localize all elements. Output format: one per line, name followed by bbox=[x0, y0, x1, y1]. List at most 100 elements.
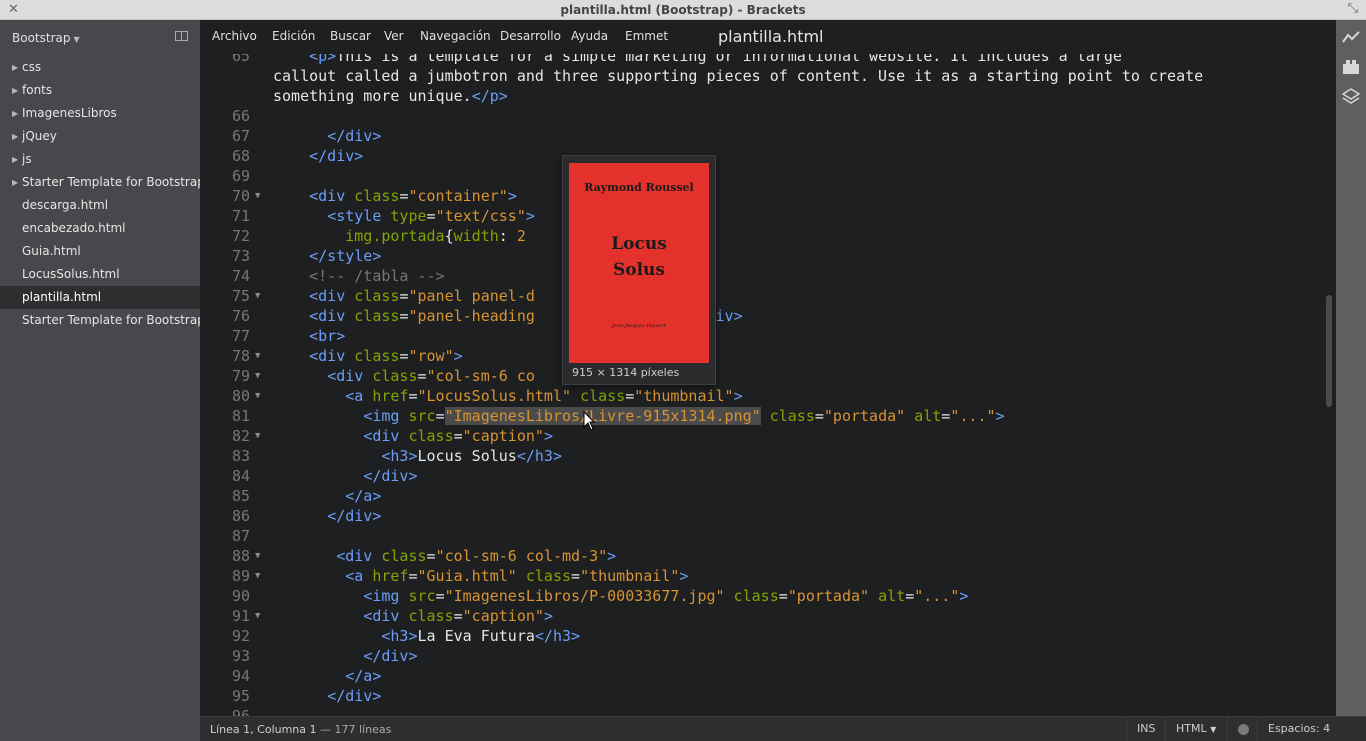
code-line[interactable]: 77 <br> bbox=[200, 326, 1336, 346]
code-line[interactable]: 85 </a> bbox=[200, 486, 1336, 506]
code-line[interactable]: 95 </div> bbox=[200, 686, 1336, 706]
tree-folder[interactable]: ▶ ImagenesLibros bbox=[0, 102, 200, 125]
indent-setting[interactable]: Espacios: 4 bbox=[1257, 717, 1340, 741]
fold-arrow-icon[interactable]: ▼ bbox=[255, 286, 260, 306]
code-line[interactable]: 92 <h3>La Eva Futura</h3> bbox=[200, 626, 1336, 646]
language-select[interactable]: HTML ▼ bbox=[1165, 717, 1226, 741]
menu-desarrollo[interactable]: Desarrollo bbox=[500, 29, 561, 43]
code-line[interactable]: 89 ▼ <a href="Guia.html" class="thumbnail… bbox=[200, 566, 1336, 586]
menu-buscar[interactable]: Buscar bbox=[330, 29, 371, 43]
tree-file[interactable]: descarga.html bbox=[0, 194, 200, 217]
tree-file[interactable]: Guia.html bbox=[0, 240, 200, 263]
cursor-position[interactable]: Línea 1, Columna 1 — 177 líneas bbox=[210, 723, 391, 736]
code-line[interactable]: 68 </div> bbox=[200, 146, 1336, 166]
tree-item-label: Starter Template for Bootstrap.h bbox=[22, 313, 200, 327]
code-line[interactable]: callout called a jumbotron and three sup… bbox=[200, 66, 1336, 86]
tree-folder[interactable]: ▶ jQuey bbox=[0, 125, 200, 148]
chevron-right-icon: ▶ bbox=[12, 132, 19, 141]
chevron-down-icon: ▼ bbox=[1210, 725, 1217, 734]
insert-mode-label: INS bbox=[1137, 722, 1156, 735]
line-number: 93 bbox=[231, 647, 250, 665]
line-number: 76 bbox=[231, 307, 250, 325]
code-line[interactable]: 73 </style> bbox=[200, 246, 1336, 266]
code-line[interactable]: 84 </div> bbox=[200, 466, 1336, 486]
code-text: </div> bbox=[273, 506, 381, 526]
layers-icon[interactable] bbox=[1336, 86, 1366, 116]
extension-manager-icon[interactable] bbox=[1336, 55, 1366, 85]
code-token: class bbox=[408, 427, 454, 445]
code-token: = bbox=[426, 547, 436, 565]
tree-folder[interactable]: ▶ Starter Template for Bootstrap_f bbox=[0, 171, 200, 194]
fold-arrow-icon[interactable]: ▼ bbox=[255, 186, 260, 206]
menu-archivo[interactable]: Archivo bbox=[212, 29, 257, 43]
insert-mode-toggle[interactable]: INS bbox=[1126, 717, 1165, 741]
tree-folder[interactable]: ▶ fonts bbox=[0, 79, 200, 102]
code-line[interactable]: 76 <div class="panel-heading h4></div> bbox=[200, 306, 1336, 326]
split-view-icon[interactable] bbox=[175, 31, 188, 41]
code-line[interactable]: 87 bbox=[200, 526, 1336, 546]
window-title: plantilla.html (Bootstrap) - Brackets bbox=[560, 3, 806, 17]
code-line[interactable]: 75 ▼ <div class="panel panel-d bbox=[200, 286, 1336, 306]
linter-status[interactable] bbox=[1227, 717, 1259, 741]
code-line[interactable]: 81 <img src="ImagenesLibros/Livre-915x13… bbox=[200, 406, 1336, 426]
code-line[interactable]: 94 </a> bbox=[200, 666, 1336, 686]
fold-arrow-icon[interactable]: ▼ bbox=[255, 566, 260, 586]
fold-arrow-icon[interactable]: ▼ bbox=[255, 546, 260, 566]
code-line[interactable]: something more unique.</p> bbox=[200, 86, 1336, 106]
code-line[interactable]: 82 ▼ <div class="caption"> bbox=[200, 426, 1336, 446]
code-editor[interactable]: 65 <p>This is a template for a simple ma… bbox=[200, 54, 1336, 716]
tree-folder[interactable]: ▶ js bbox=[0, 148, 200, 171]
menu-navegacion[interactable]: Navegación bbox=[420, 29, 491, 43]
code-line[interactable]: 78 ▼ <div class="row"> bbox=[200, 346, 1336, 366]
tree-file[interactable]: Starter Template for Bootstrap.h bbox=[0, 309, 200, 332]
indent-label: Espacios: 4 bbox=[1268, 722, 1331, 735]
code-token: "text/css" bbox=[435, 207, 526, 225]
fold-arrow-icon[interactable]: ▼ bbox=[255, 366, 260, 386]
tree-file[interactable]: LocusSolus.html bbox=[0, 263, 200, 286]
menu-edicion[interactable]: Edición bbox=[272, 29, 315, 43]
project-dropdown[interactable]: Bootstrap ▼ bbox=[12, 31, 80, 45]
fold-arrow-icon[interactable]: ▼ bbox=[255, 346, 260, 366]
code-line[interactable]: 90 <img src="ImagenesLibros/P-00033677.j… bbox=[200, 586, 1336, 606]
tree-item-label: encabezado.html bbox=[22, 221, 126, 235]
live-preview-icon[interactable] bbox=[1336, 24, 1366, 54]
menu-ver[interactable]: Ver bbox=[384, 29, 404, 43]
code-line[interactable]: 83 <h3>Locus Solus</h3> bbox=[200, 446, 1336, 466]
code-line[interactable]: 71 <style type="text/css"> bbox=[200, 206, 1336, 226]
code-token: </div> bbox=[363, 467, 418, 485]
code-token: "caption" bbox=[462, 607, 544, 625]
code-token: Locus Solus bbox=[417, 447, 517, 465]
code-text: <div class="row"> bbox=[273, 346, 463, 366]
code-token: "thumbnail" bbox=[634, 387, 734, 405]
editor-scrollbar[interactable] bbox=[1326, 295, 1332, 407]
code-line[interactable]: 72 img.portada{width: 2 30px;} bbox=[200, 226, 1336, 246]
code-line[interactable]: 80 ▼ <a href="LocusSolus.html" class="thu… bbox=[200, 386, 1336, 406]
code-line[interactable]: 74 <!-- /tabla --> bbox=[200, 266, 1336, 286]
fold-arrow-icon[interactable]: ▼ bbox=[255, 426, 260, 446]
code-token: </div> bbox=[309, 147, 364, 165]
fold-arrow-icon[interactable]: ▼ bbox=[255, 386, 260, 406]
line-number: 83 bbox=[231, 447, 250, 465]
code-line[interactable]: 86 </div> bbox=[200, 506, 1336, 526]
code-token: <br> bbox=[309, 327, 346, 345]
code-line[interactable]: 91 ▼ <div class="caption"> bbox=[200, 606, 1336, 626]
menu-ayuda[interactable]: Ayuda bbox=[571, 29, 608, 43]
code-line[interactable]: 96 bbox=[200, 706, 1336, 716]
code-line[interactable]: 93 </div> bbox=[200, 646, 1336, 666]
code-line[interactable]: 69 bbox=[200, 166, 1336, 186]
tree-folder[interactable]: ▶ css bbox=[0, 56, 200, 79]
restore-icon[interactable]: ⤡ bbox=[1348, 1, 1358, 16]
code-line[interactable]: 70 ▼ <div class="container"> bbox=[200, 186, 1336, 206]
code-line[interactable]: 88 ▼ <div class="col-sm-6 col-md-3"> bbox=[200, 546, 1336, 566]
code-line[interactable]: 79 ▼ <div class="col-sm-6 co bbox=[200, 366, 1336, 386]
tree-file[interactable]: encabezado.html bbox=[0, 217, 200, 240]
fold-arrow-icon[interactable]: ▼ bbox=[255, 606, 260, 626]
menu-emmet[interactable]: Emmet bbox=[625, 29, 668, 43]
tree-file[interactable]: plantilla.html bbox=[0, 286, 200, 309]
code-line[interactable]: 65 <p>This is a template for a simple ma… bbox=[200, 54, 1336, 66]
code-line[interactable]: 66 bbox=[200, 106, 1336, 126]
line-number: 68 bbox=[231, 147, 250, 165]
code-line[interactable]: 67 </div> bbox=[200, 126, 1336, 146]
